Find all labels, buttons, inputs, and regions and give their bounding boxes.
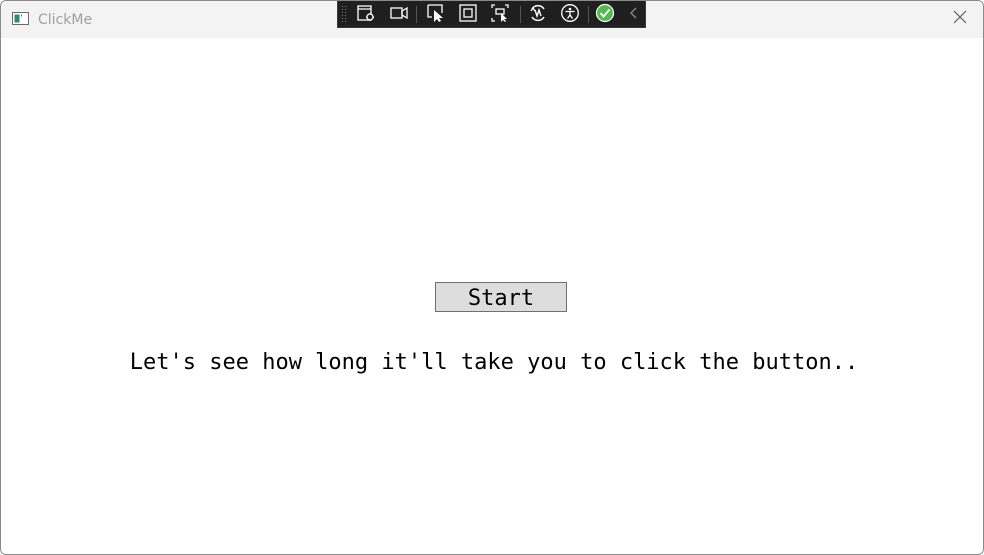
track-focus-icon <box>490 3 510 28</box>
video-camera-icon <box>389 3 409 28</box>
instruction-message: Let's see how long it'll take you to cli… <box>129 350 859 375</box>
live-visual-tree-icon <box>356 3 376 28</box>
xaml-debug-toolbar <box>337 1 646 28</box>
accessibility-icon <box>560 3 580 28</box>
select-element-button[interactable] <box>425 3 447 28</box>
window-app-icon <box>12 12 29 25</box>
display-layout-adorners-icon <box>458 3 478 28</box>
toolbar-grip-icon[interactable] <box>342 5 347 24</box>
collapse-toolbar-button[interactable] <box>623 4 645 26</box>
window-title: ClickMe <box>38 12 93 28</box>
record-video-button[interactable] <box>388 4 410 26</box>
display-layout-adorners-button[interactable] <box>457 3 479 28</box>
binding-check-button[interactable] <box>594 3 616 28</box>
collapse-chevron-icon <box>624 3 644 28</box>
toolbar-separator <box>588 6 589 23</box>
main-content: Start Let's see how long it'll take you … <box>1 38 983 554</box>
hot-reload-icon <box>528 3 548 28</box>
track-focus-button[interactable] <box>489 3 511 28</box>
close-icon <box>953 10 967 29</box>
hot-reload-button[interactable] <box>527 4 549 26</box>
binding-check-icon <box>595 3 615 28</box>
live-visual-tree-button[interactable] <box>355 4 377 26</box>
toolbar-separator <box>520 6 521 23</box>
accessibility-checker-button[interactable] <box>559 3 581 28</box>
toolbar-separator <box>416 6 417 23</box>
close-button[interactable] <box>937 1 983 38</box>
select-element-icon <box>426 3 446 28</box>
start-button[interactable]: Start <box>435 282 567 312</box>
app-window: ClickMe Start Let's see how long it'll t… <box>0 0 984 555</box>
